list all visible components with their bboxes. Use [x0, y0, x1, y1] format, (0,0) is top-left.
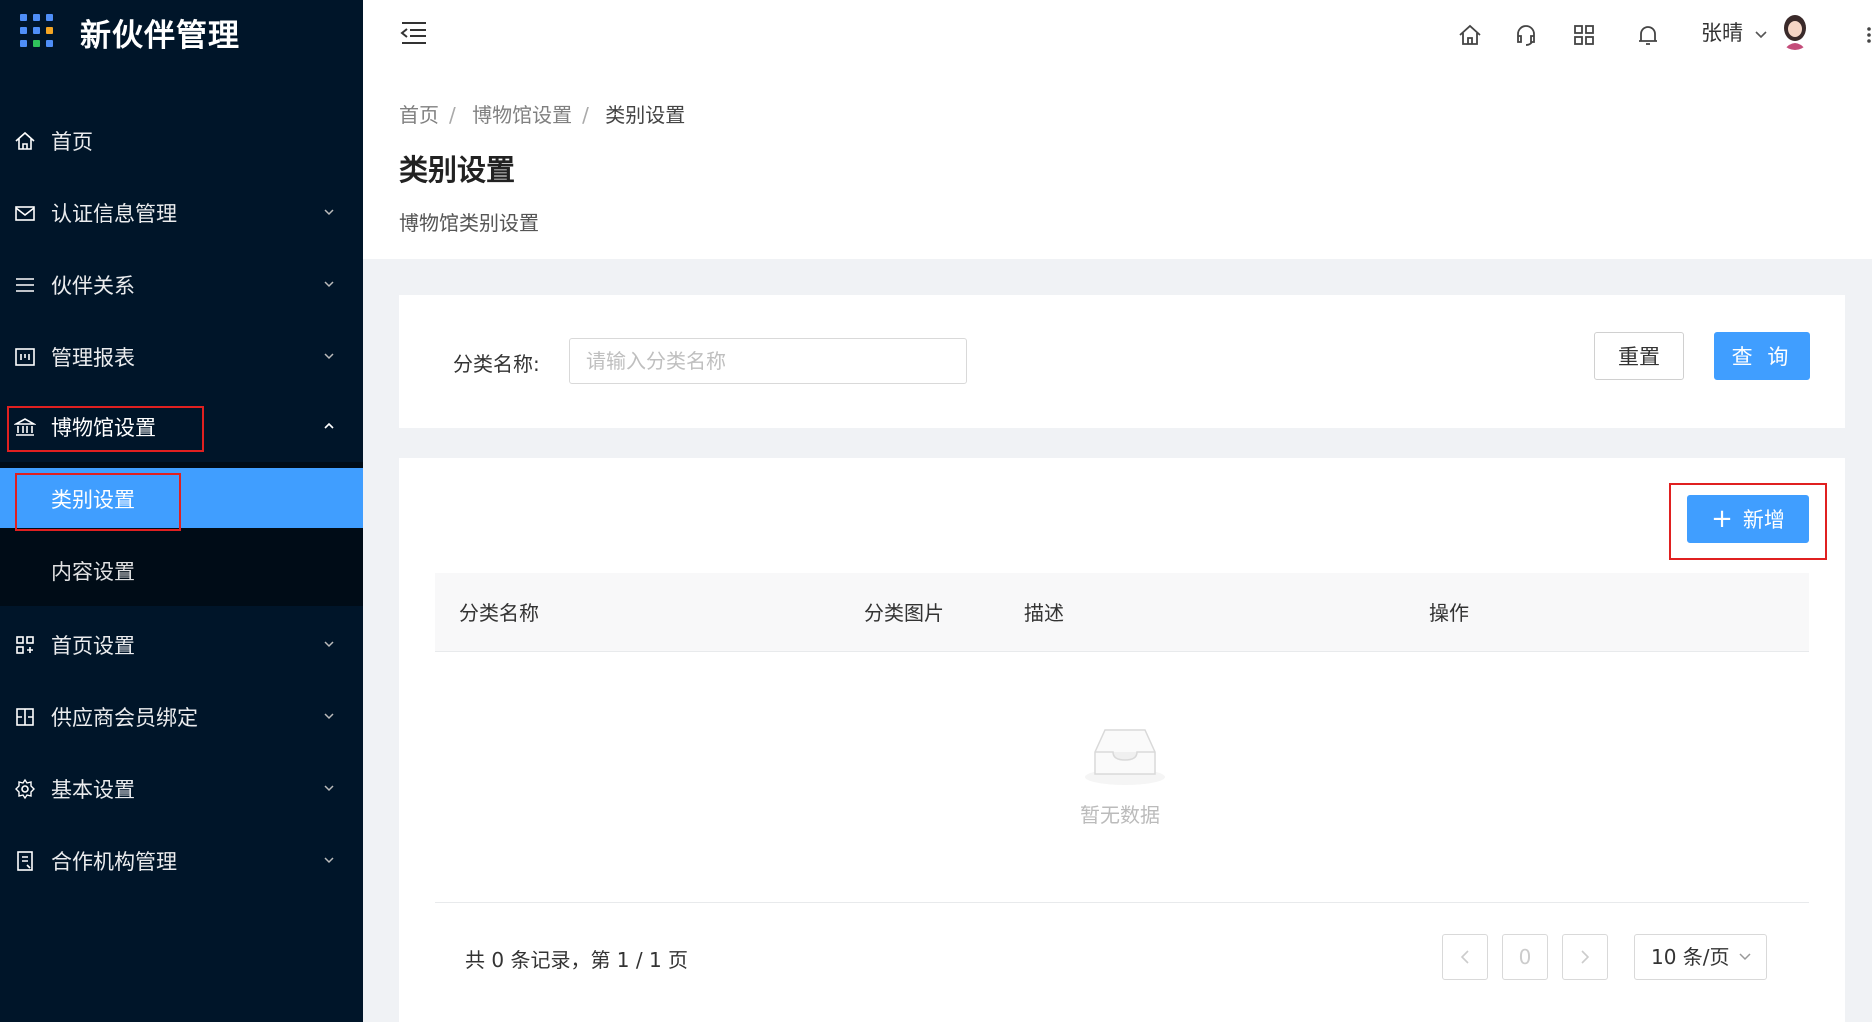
category-name-label: 分类名称:: [453, 352, 540, 376]
breadcrumb-item-home[interactable]: 首页: [399, 103, 439, 127]
sidebar-item-label: 管理报表: [51, 346, 135, 370]
next-page-button[interactable]: [1562, 934, 1608, 980]
sidebar-item-certification[interactable]: 认证信息管理: [0, 176, 363, 248]
breadcrumb-item-current: 类别设置: [605, 103, 686, 127]
column-header-category-image: 分类图片: [864, 601, 944, 625]
app-title: 新伙伴管理: [80, 18, 240, 54]
current-page[interactable]: 0: [1502, 934, 1548, 980]
add-button-label: 新增: [1742, 508, 1785, 532]
chevron-down-icon: [324, 713, 334, 720]
mail-icon: [15, 206, 35, 221]
page-description: 博物馆类别设置: [399, 211, 539, 235]
sidebar-item-label: 首页设置: [51, 634, 135, 658]
report-icon: [15, 348, 35, 366]
page-title: 类别设置: [399, 153, 516, 187]
more-icon[interactable]: [1865, 22, 1872, 48]
chevron-down-icon: [1739, 953, 1751, 961]
column-header-category-name: 分类名称: [459, 601, 539, 625]
sidebar: 新伙伴管理 首页 认证信息管理 伙伴关系 管理报表 博物馆设置 类别设置 内容设…: [0, 0, 363, 1022]
bind-icon: [16, 708, 34, 726]
org-icon: [17, 851, 33, 871]
sidebar-item-home[interactable]: 首页: [0, 104, 363, 176]
bell-icon[interactable]: [1635, 22, 1661, 48]
sidebar-item-home-settings[interactable]: 首页设置: [0, 608, 363, 680]
category-name-input[interactable]: [569, 338, 967, 384]
sidebar-item-basic-settings[interactable]: 基本设置: [0, 752, 363, 824]
column-header-actions: 操作: [1429, 601, 1469, 625]
avatar-image-icon: [1784, 15, 1806, 50]
sidebar-item-label: 认证信息管理: [51, 202, 177, 226]
breadcrumb: 首页 / 博物馆设置 / 类别设置: [399, 103, 686, 127]
table-header: 分类名称 分类图片 描述 操作: [435, 573, 1809, 652]
query-button[interactable]: 查 询: [1714, 332, 1810, 380]
sidebar-item-label: 基本设置: [51, 778, 135, 802]
sidebar-item-label: 首页: [51, 130, 93, 154]
sidebar-subitem-label: 类别设置: [51, 488, 135, 512]
chevron-up-icon: [324, 422, 334, 429]
sidebar-subitem-content-settings[interactable]: 内容设置: [0, 540, 363, 600]
sidebar-item-supplier-binding[interactable]: 供应商会员绑定: [0, 680, 363, 752]
sidebar-item-label: 伙伴关系: [51, 274, 135, 298]
prev-page-button[interactable]: [1442, 934, 1488, 980]
page-size-select[interactable]: 10 条/页: [1634, 934, 1767, 980]
plus-icon: +: [1711, 504, 1733, 534]
divider: [435, 902, 1809, 903]
sidebar-subitem-label: 内容设置: [51, 560, 135, 584]
sidebar-item-label: 供应商会员绑定: [51, 706, 198, 730]
chevron-down-icon: [324, 785, 334, 792]
chevron-down-icon: [324, 281, 334, 288]
sidebar-item-label: 合作机构管理: [51, 850, 177, 874]
avatar[interactable]: [1778, 12, 1812, 50]
chevron-down-icon: [324, 857, 334, 864]
apps-grid-icon: [20, 14, 58, 48]
chevron-down-icon: [324, 209, 334, 216]
search-panel: 分类名称: 重置 查 询: [399, 295, 1845, 428]
user-menu[interactable]: 张晴: [1701, 17, 1768, 47]
headset-icon[interactable]: [1513, 22, 1539, 48]
brand: 新伙伴管理: [0, 0, 363, 64]
home-icon[interactable]: [1457, 22, 1483, 48]
chevron-down-icon: [324, 353, 334, 360]
gear-icon: [15, 778, 35, 800]
apps-icon[interactable]: [1571, 22, 1597, 48]
page-header: 首页 / 博物馆设置 / 类别设置 类别设置 博物馆类别设置: [363, 77, 1872, 259]
chevron-left-icon: [1460, 950, 1469, 964]
empty-inbox-icon: [1085, 729, 1165, 785]
sidebar-subitem-category-settings[interactable]: 类别设置: [0, 468, 363, 528]
home-icon: [15, 131, 35, 150]
chevron-right-icon: [1581, 950, 1590, 964]
empty-text: 暂无数据: [1080, 803, 1160, 827]
menu-fold-icon[interactable]: [400, 19, 428, 47]
reset-button[interactable]: 重置: [1594, 332, 1684, 380]
sidebar-item-label: 博物馆设置: [51, 416, 156, 440]
top-header: 张晴: [363, 0, 1872, 78]
sidebar-item-museum-settings[interactable]: 博物馆设置: [0, 390, 363, 462]
chevron-down-icon: [324, 641, 334, 648]
sidebar-item-partner-org[interactable]: 合作机构管理: [0, 824, 363, 896]
chevron-down-icon: [1755, 31, 1767, 39]
column-header-description: 描述: [1024, 601, 1064, 625]
sidebar-item-partners[interactable]: 伙伴关系: [0, 248, 363, 320]
table-panel: + 新增 分类名称 分类图片 描述 操作 暂无数据 共 0 条记录，第 1 / …: [399, 458, 1845, 1022]
breadcrumb-item-museum[interactable]: 博物馆设置: [472, 103, 572, 127]
page-size-value: 10 条/页: [1651, 945, 1730, 969]
add-button[interactable]: + 新增: [1687, 495, 1809, 543]
sidebar-item-reports[interactable]: 管理报表: [0, 320, 363, 392]
list-icon: [16, 278, 34, 292]
museum-icon: [14, 418, 36, 436]
pagination-total: 共 0 条记录，第 1 / 1 页: [465, 948, 689, 972]
grid-icon: [16, 636, 34, 654]
user-name: 张晴: [1701, 21, 1743, 45]
